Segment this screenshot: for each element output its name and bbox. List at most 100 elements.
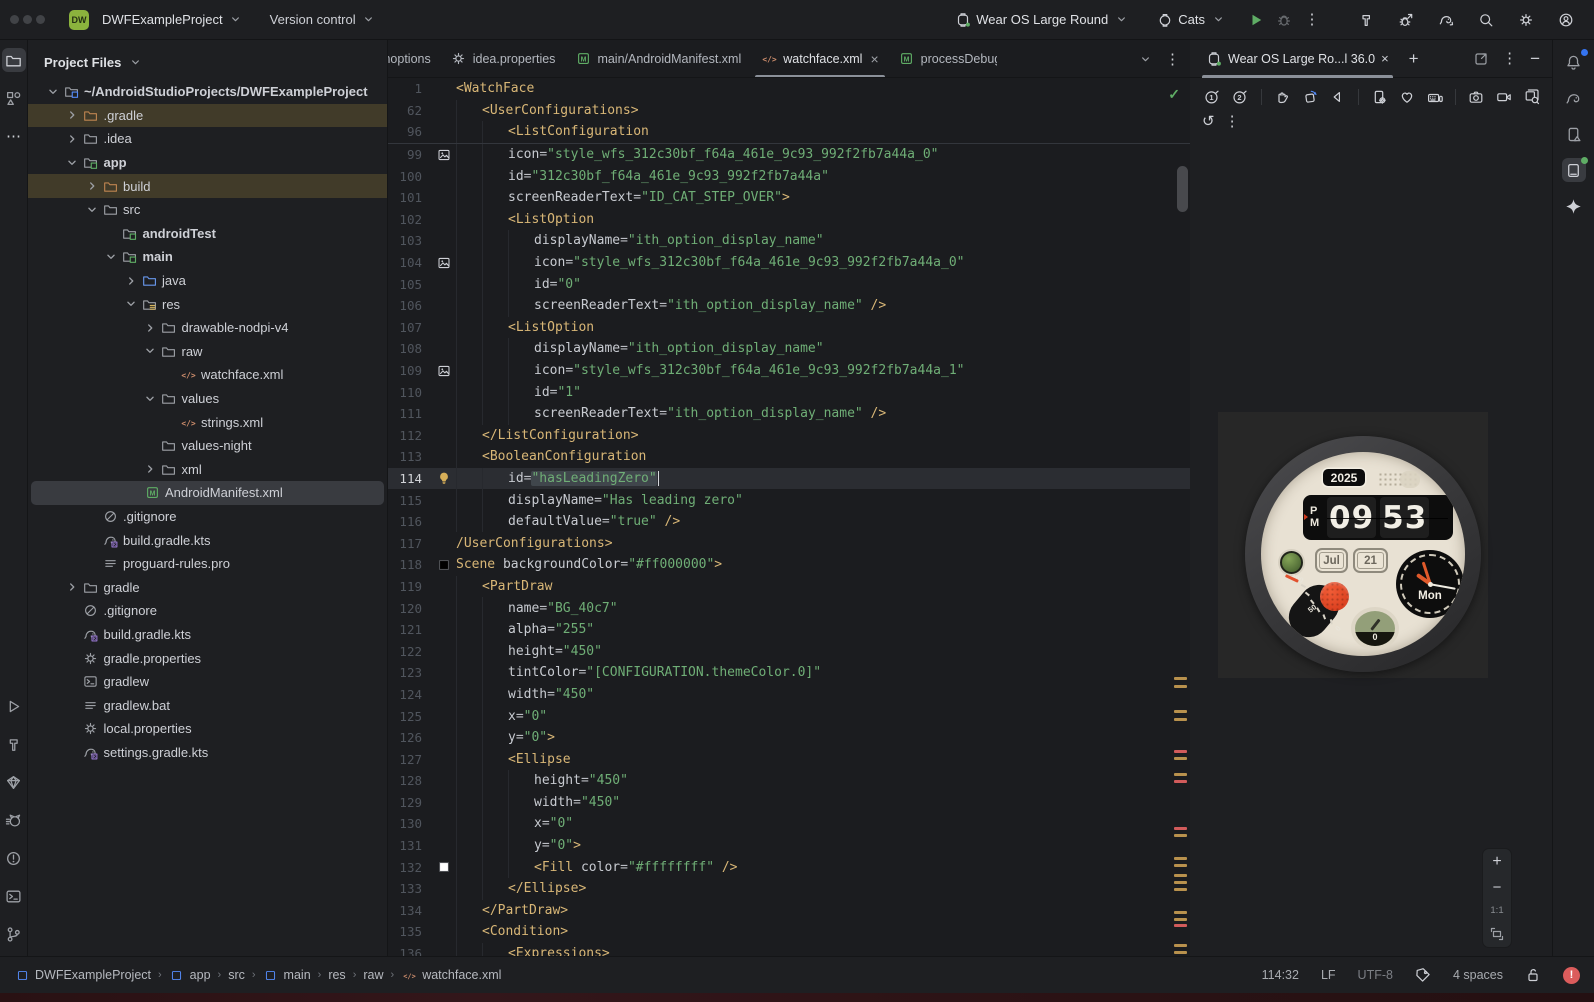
inspection-status-icon[interactable]: ✓: [1168, 86, 1180, 103]
tree-item--gradle[interactable]: .gradle: [28, 103, 387, 128]
debug-button[interactable]: [1270, 6, 1298, 34]
code-line-100[interactable]: 100 id = "312c30bf_f64a_461e_9c93_992f2fb7a…: [388, 165, 1190, 187]
code-line-135[interactable]: 135 <Condition>: [388, 921, 1190, 943]
code-line-132[interactable]: 132 <Fill color = "#ffffffff" />: [388, 856, 1190, 878]
heart-rate-icon[interactable]: [1396, 86, 1417, 108]
screenshot-icon[interactable]: [1466, 86, 1487, 108]
code-line-109[interactable]: 109 icon = "style_wfs_312c30bf_f64a_461e_9c…: [388, 359, 1190, 382]
code-line-112[interactable]: 112 </ListConfiguration>: [388, 424, 1190, 447]
code-line-108[interactable]: 108 displayName = "ith_option_display_name": [388, 338, 1190, 360]
tree-item-proguard-rules-pro[interactable]: proguard-rules.pro: [28, 552, 387, 576]
error-indicator[interactable]: !: [1563, 966, 1580, 984]
tree-item-androidtest[interactable]: androidTest: [28, 222, 387, 246]
chevron-down-icon[interactable]: [83, 203, 100, 217]
breadcrumb-app[interactable]: app: [169, 967, 211, 983]
stripe-warning-mark[interactable]: [1174, 944, 1187, 947]
code-line-134[interactable]: 134 </PartDraw>: [388, 899, 1190, 922]
open-in-window-icon[interactable]: [1473, 51, 1489, 67]
code-line-1[interactable]: 1 <WatchFace: [388, 78, 1190, 100]
code-line-128[interactable]: 128 height = "450": [388, 770, 1190, 792]
stripe-warning-mark[interactable]: [1174, 911, 1187, 914]
code-line-104[interactable]: 104 icon = "style_wfs_312c30bf_f64a_461e_9c…: [388, 251, 1190, 274]
device-settings-icon[interactable]: [1369, 86, 1390, 108]
tree-item-res[interactable]: res: [28, 292, 387, 316]
code-line-123[interactable]: 123 tintColor = "[CONFIGURATION.themeColor.…: [388, 662, 1190, 684]
gemini-button[interactable]: [1562, 194, 1586, 218]
code-line-96[interactable]: 96 <ListConfiguration: [388, 121, 1190, 143]
stripe-warning-mark[interactable]: [1174, 857, 1187, 860]
chevron-right-icon[interactable]: [64, 108, 81, 122]
tree-item--gitignore[interactable]: .gitignore: [28, 599, 387, 623]
chevron-right-icon[interactable]: [142, 321, 159, 335]
vcs-widget[interactable]: Version control: [264, 8, 383, 32]
tab-processdebug[interactable]: MprocessDebug: [889, 40, 997, 77]
device-manager-button[interactable]: [1562, 122, 1586, 146]
screen-record-icon[interactable]: [1494, 86, 1515, 108]
code-line-118[interactable]: 118 Scene backgroundColor = "#ff000000" >: [388, 554, 1190, 576]
close-device-tab-button[interactable]: ×: [1381, 52, 1389, 65]
code-line-110[interactable]: 110 id = "1": [388, 381, 1190, 403]
ui-inspect-icon[interactable]: [1521, 86, 1542, 108]
tree-item-xml[interactable]: xml: [28, 458, 387, 482]
code-line-130[interactable]: 130 x = "0": [388, 813, 1190, 835]
caret-position[interactable]: 114:32: [1262, 968, 1299, 982]
tree-item-java[interactable]: java: [28, 269, 387, 293]
code-line-114[interactable]: 114 id = "hasLeadingZero": [388, 467, 1190, 490]
chevron-down-icon[interactable]: [103, 250, 120, 264]
code-line-101[interactable]: 101 screenReaderText = "ID_CAT_STEP_OVER" >: [388, 186, 1190, 209]
code-line-116[interactable]: 116 defaultValue = "true" />: [388, 510, 1190, 533]
breadcrumb-watchface-xml[interactable]: </> watchface.xml: [401, 967, 501, 983]
stripe-warning-mark[interactable]: [1174, 685, 1187, 688]
code-line-105[interactable]: 105 id = "0": [388, 273, 1190, 295]
code-line-121[interactable]: 121 alpha = "255": [388, 618, 1190, 641]
run-configuration[interactable]: Cats: [1151, 8, 1232, 32]
chevron-down-icon[interactable]: [142, 344, 159, 358]
code-line-136[interactable]: 136 <Expressions>: [388, 942, 1190, 956]
intention-bulb-icon[interactable]: [432, 471, 456, 485]
stripe-warning-mark[interactable]: [1174, 874, 1187, 877]
stripe-warning-mark[interactable]: [1174, 881, 1187, 884]
tab-main-androidmanifest-xml[interactable]: Mmain/AndroidManifest.xml: [565, 40, 751, 77]
indent-indicator[interactable]: 4 spaces: [1453, 968, 1503, 982]
tree-item-androidmanifest-xml[interactable]: M AndroidManifest.xml: [31, 481, 384, 505]
chevron-down-icon[interactable]: [122, 297, 139, 311]
tree-item-strings-xml[interactable]: </> strings.xml: [28, 410, 387, 434]
tree-item-values-night[interactable]: values-night: [28, 434, 387, 458]
project-view-selector[interactable]: Project Files: [28, 40, 387, 80]
zoom-in-button[interactable]: +: [1492, 854, 1501, 870]
code-line-99[interactable]: 99 icon = "style_wfs_312c30bf_f64a_461e_9c9…: [388, 143, 1190, 166]
stripe-warning-mark[interactable]: [1174, 757, 1187, 760]
hardware-input-icon[interactable]: [1424, 86, 1445, 108]
stripe-warning-mark[interactable]: [1174, 710, 1187, 713]
close-tab-icon[interactable]: ×: [870, 51, 878, 67]
code-line-127[interactable]: 127 <Ellipse: [388, 748, 1190, 770]
code-editor[interactable]: 1 <WatchFace 62 <UserConfigurations> 96 <List…: [388, 78, 1190, 956]
stripe-warning-mark[interactable]: [1174, 918, 1187, 921]
version-control-tool-button[interactable]: [2, 922, 26, 946]
add-device-tab-button[interactable]: +: [1409, 50, 1419, 67]
tree-item-settings-gradle-kts[interactable]: Ksettings.gradle.kts: [28, 741, 387, 765]
gradle-tool-button[interactable]: [1562, 86, 1586, 110]
stripe-warning-mark[interactable]: [1174, 951, 1187, 954]
rotate-device-icon[interactable]: [1299, 86, 1320, 108]
tree-item-gradle[interactable]: gradle: [28, 575, 387, 599]
code-line-119[interactable]: 119 <PartDraw: [388, 575, 1190, 598]
breadcrumb-res[interactable]: res: [328, 968, 345, 982]
profiler-button[interactable]: [1392, 6, 1420, 34]
zoom-fit-button[interactable]: [1489, 926, 1505, 942]
tree-item-values[interactable]: values: [28, 387, 387, 411]
tree-item--idea[interactable]: .idea: [28, 127, 387, 151]
code-line-131[interactable]: 131 y = "0" >: [388, 834, 1190, 857]
code-line-111[interactable]: 111 screenReaderText = "ith_option_display_…: [388, 402, 1190, 425]
logcat-tool-button[interactable]: [2, 808, 26, 832]
chevron-right-icon[interactable]: [83, 179, 100, 193]
tree-item-local-properties[interactable]: local.properties: [28, 717, 387, 741]
panel-options-button[interactable]: ⋮: [1502, 51, 1517, 66]
code-line-126[interactable]: 126 y = "0" >: [388, 726, 1190, 749]
more-actions-button[interactable]: ⋮: [1298, 6, 1326, 34]
stripe-error-mark[interactable]: [1174, 780, 1187, 783]
code-line-129[interactable]: 129 width = "450": [388, 791, 1190, 814]
tree-item-gradle-properties[interactable]: gradle.properties: [28, 646, 387, 670]
project-widget[interactable]: DW DWFExampleProject: [63, 6, 250, 34]
breadcrumb-src[interactable]: src: [228, 968, 245, 982]
